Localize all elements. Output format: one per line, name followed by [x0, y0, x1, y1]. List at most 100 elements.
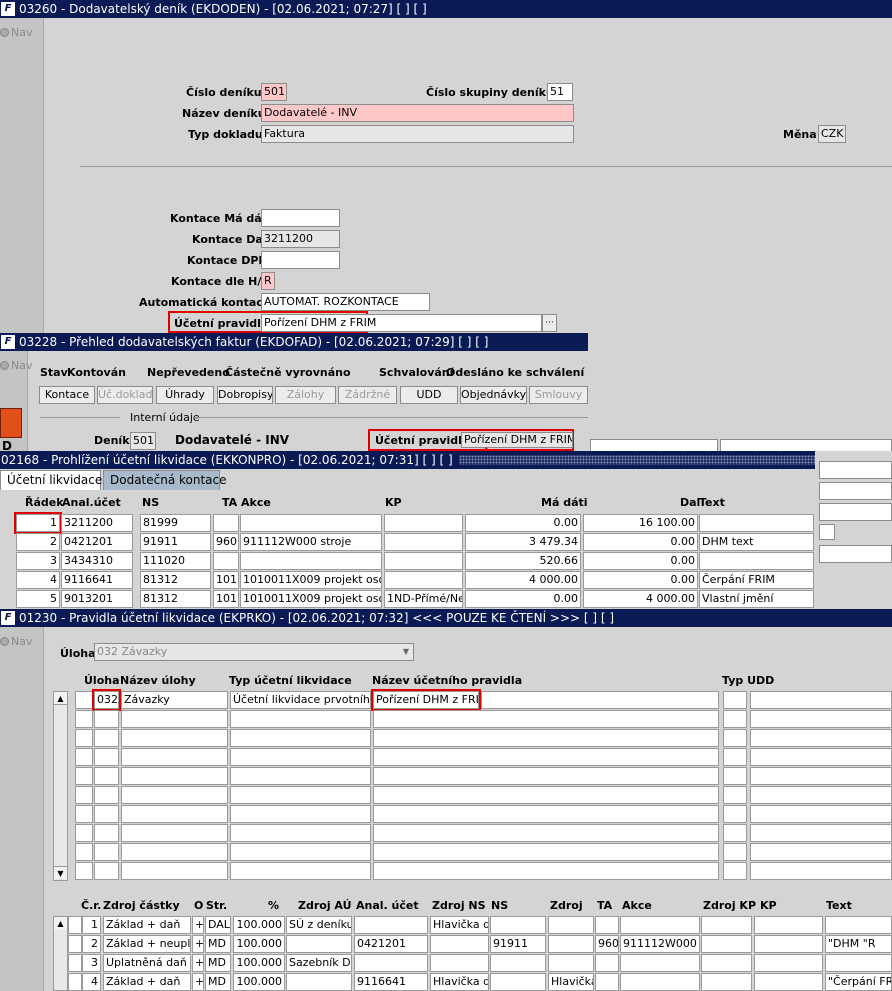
likvidace-cell-md[interactable]: 4 000.00 [465, 571, 581, 589]
field-automaticka-kontace[interactable]: AUTOMAT. ROZKONTACE [261, 293, 430, 311]
cell-uloha[interactable] [94, 805, 119, 823]
row-marker[interactable] [75, 786, 93, 804]
zdroj-cell-akce[interactable]: 911112W000 stro [620, 935, 700, 953]
cell-typ-udd-check[interactable] [723, 843, 747, 861]
zdroj-cell-zdrojkp[interactable] [701, 954, 752, 972]
zdroj-cell-zdrojau[interactable] [286, 973, 352, 991]
cell-nazev-pravidla[interactable] [373, 748, 719, 766]
cell-typ-udd-check[interactable] [723, 824, 747, 842]
likvidace-cell-anal[interactable]: 0421201 [61, 533, 133, 551]
row-marker[interactable] [75, 748, 93, 766]
likvidace-cell-radek[interactable]: 3 [16, 552, 60, 570]
zdroj-cell-o[interactable]: + [192, 973, 204, 991]
field-ucetni-pravidlo[interactable]: Pořízení DHM z FRIM [261, 314, 542, 332]
title-bar[interactable]: F 01230 - Pravidla účetní likvidace (EKPR… [0, 609, 892, 627]
zdroj-cell-kp[interactable] [754, 954, 823, 972]
zdroj-cell-ns[interactable] [490, 973, 546, 991]
cell-nazev-pravidla[interactable] [373, 805, 719, 823]
likvidace-cell-dal[interactable]: 4 000.00 [583, 590, 698, 608]
cell-typ-likvidace[interactable]: Účetní likvidace prvotního do [230, 691, 371, 709]
zadrzne-button[interactable]: Zádržné [338, 386, 397, 404]
cell-typ-udd[interactable] [750, 824, 892, 842]
zdroj-cell-akce[interactable] [620, 954, 700, 972]
cell-typ-udd-check[interactable] [723, 691, 747, 709]
likvidace-cell-text[interactable]: Čerpání FRIM [699, 571, 814, 589]
zdroj-cell-zdroj[interactable]: Uplatněná daň [103, 954, 191, 972]
zdroj-cell-text[interactable] [825, 916, 892, 934]
cell-uloha[interactable] [94, 729, 119, 747]
cell-uloha[interactable] [94, 748, 119, 766]
cell-nazev-ulohy[interactable] [121, 843, 228, 861]
cell-uloha[interactable] [94, 862, 119, 880]
zdroj-cell-str[interactable]: MD [205, 954, 231, 972]
likvidace-cell-anal[interactable]: 9013201 [61, 590, 133, 608]
zdroj-cell-m[interactable] [68, 954, 82, 972]
cell-typ-udd-check[interactable] [723, 729, 747, 747]
zdroj-cell-m[interactable] [68, 935, 82, 953]
likvidace-cell-kp[interactable] [384, 533, 463, 551]
nav-radio[interactable]: Nav [0, 359, 32, 372]
zdroj-cell-akce[interactable] [620, 916, 700, 934]
likvidace-cell-ta[interactable] [213, 552, 239, 570]
zdroj-cell-kp[interactable] [754, 916, 823, 934]
zdroj-cell-zdroj[interactable]: Základ + neuplatn [103, 935, 191, 953]
likvidace-cell-ns[interactable]: 81312 [140, 590, 211, 608]
smlouvy-button[interactable]: Smlouvy [529, 386, 588, 404]
zdroj-cell-zdrojns[interactable]: Hlavička do [430, 973, 489, 991]
field-blank-a[interactable] [590, 439, 718, 451]
likvidace-cell-akce[interactable]: 1010011X009 projekt osoba [240, 590, 382, 608]
tab-dodatecna-kontace[interactable]: Dodatečná kontace [103, 470, 227, 490]
row-marker[interactable] [75, 767, 93, 785]
cell-typ-udd-check[interactable] [723, 805, 747, 823]
likvidace-cell-ta[interactable] [213, 514, 239, 532]
zdroj-cell-o[interactable]: + [192, 935, 204, 953]
zdroj-cell-kp[interactable] [754, 935, 823, 953]
cell-nazev-pravidla-rest[interactable] [481, 691, 719, 709]
cell-nazev-ulohy[interactable] [121, 710, 228, 728]
field-typ-dokladu[interactable]: Faktura [261, 125, 574, 143]
cell-typ-udd-check[interactable] [723, 710, 747, 728]
likvidace-cell-text[interactable]: Vlastní jmění [699, 590, 814, 608]
zdroj-cell-anal[interactable]: 0421201 [354, 935, 428, 953]
tab-ucetni-likvidace[interactable]: Účetní likvidace [0, 470, 102, 490]
cell-typ-likvidace[interactable] [230, 729, 371, 747]
likvidace-cell-dal[interactable]: 0.00 [583, 552, 698, 570]
side-checkbox[interactable] [819, 524, 835, 540]
field-blank-b[interactable] [720, 439, 892, 451]
likvidace-cell-md[interactable]: 0.00 [465, 514, 581, 532]
likvidace-cell-md[interactable]: 0.00 [465, 590, 581, 608]
field-nazev-deniku[interactable]: Dodavatelé - INV [261, 104, 574, 122]
cell-typ-likvidace[interactable] [230, 805, 371, 823]
cell-typ-likvidace[interactable] [230, 786, 371, 804]
dobropisy-button[interactable]: Dobropisy [217, 386, 273, 404]
zdroj-cell-zdrojns[interactable] [430, 935, 489, 953]
cell-uloha[interactable] [94, 710, 119, 728]
row-marker[interactable] [75, 843, 93, 861]
likvidace-cell-text[interactable] [699, 552, 814, 570]
zdroj-cell-cr[interactable]: 3 [82, 954, 101, 972]
likvidace-cell-text[interactable]: DHM text [699, 533, 814, 551]
field-cislo-skupiny[interactable]: 51 [547, 83, 573, 101]
cell-typ-udd[interactable] [750, 710, 892, 728]
scroll-up-icon[interactable]: ▲ [54, 692, 67, 705]
cell-typ-udd-check[interactable] [723, 862, 747, 880]
likvidace-cell-ns[interactable]: 111020 [140, 552, 211, 570]
zdroj-cell-ta[interactable] [595, 954, 619, 972]
cell-typ-udd-check[interactable] [723, 767, 747, 785]
zdroj-cell-o[interactable]: + [192, 916, 204, 934]
zalohy-button[interactable]: Zálohy [275, 386, 336, 404]
field-kontace-hr[interactable]: R [261, 272, 275, 290]
cell-typ-likvidace[interactable] [230, 710, 371, 728]
likvidace-cell-kp[interactable] [384, 571, 463, 589]
cell-nazev-ulohy[interactable] [121, 786, 228, 804]
nav-radio[interactable]: Nav [0, 635, 32, 648]
likvidace-cell-anal[interactable]: 3211200 [61, 514, 133, 532]
zdroj-cell-text[interactable]: "DHM "R [825, 935, 892, 953]
zdroj-cell-zdrojkp[interactable] [701, 916, 752, 934]
likvidace-cell-ta[interactable]: 101 [213, 590, 239, 608]
scroll-up-icon[interactable]: ▲ [54, 917, 67, 930]
field-denik[interactable]: 501 [130, 432, 156, 450]
cell-uloha[interactable] [94, 786, 119, 804]
cell-typ-udd[interactable] [750, 748, 892, 766]
zdroj-cell-zdrojkp[interactable] [701, 973, 752, 991]
